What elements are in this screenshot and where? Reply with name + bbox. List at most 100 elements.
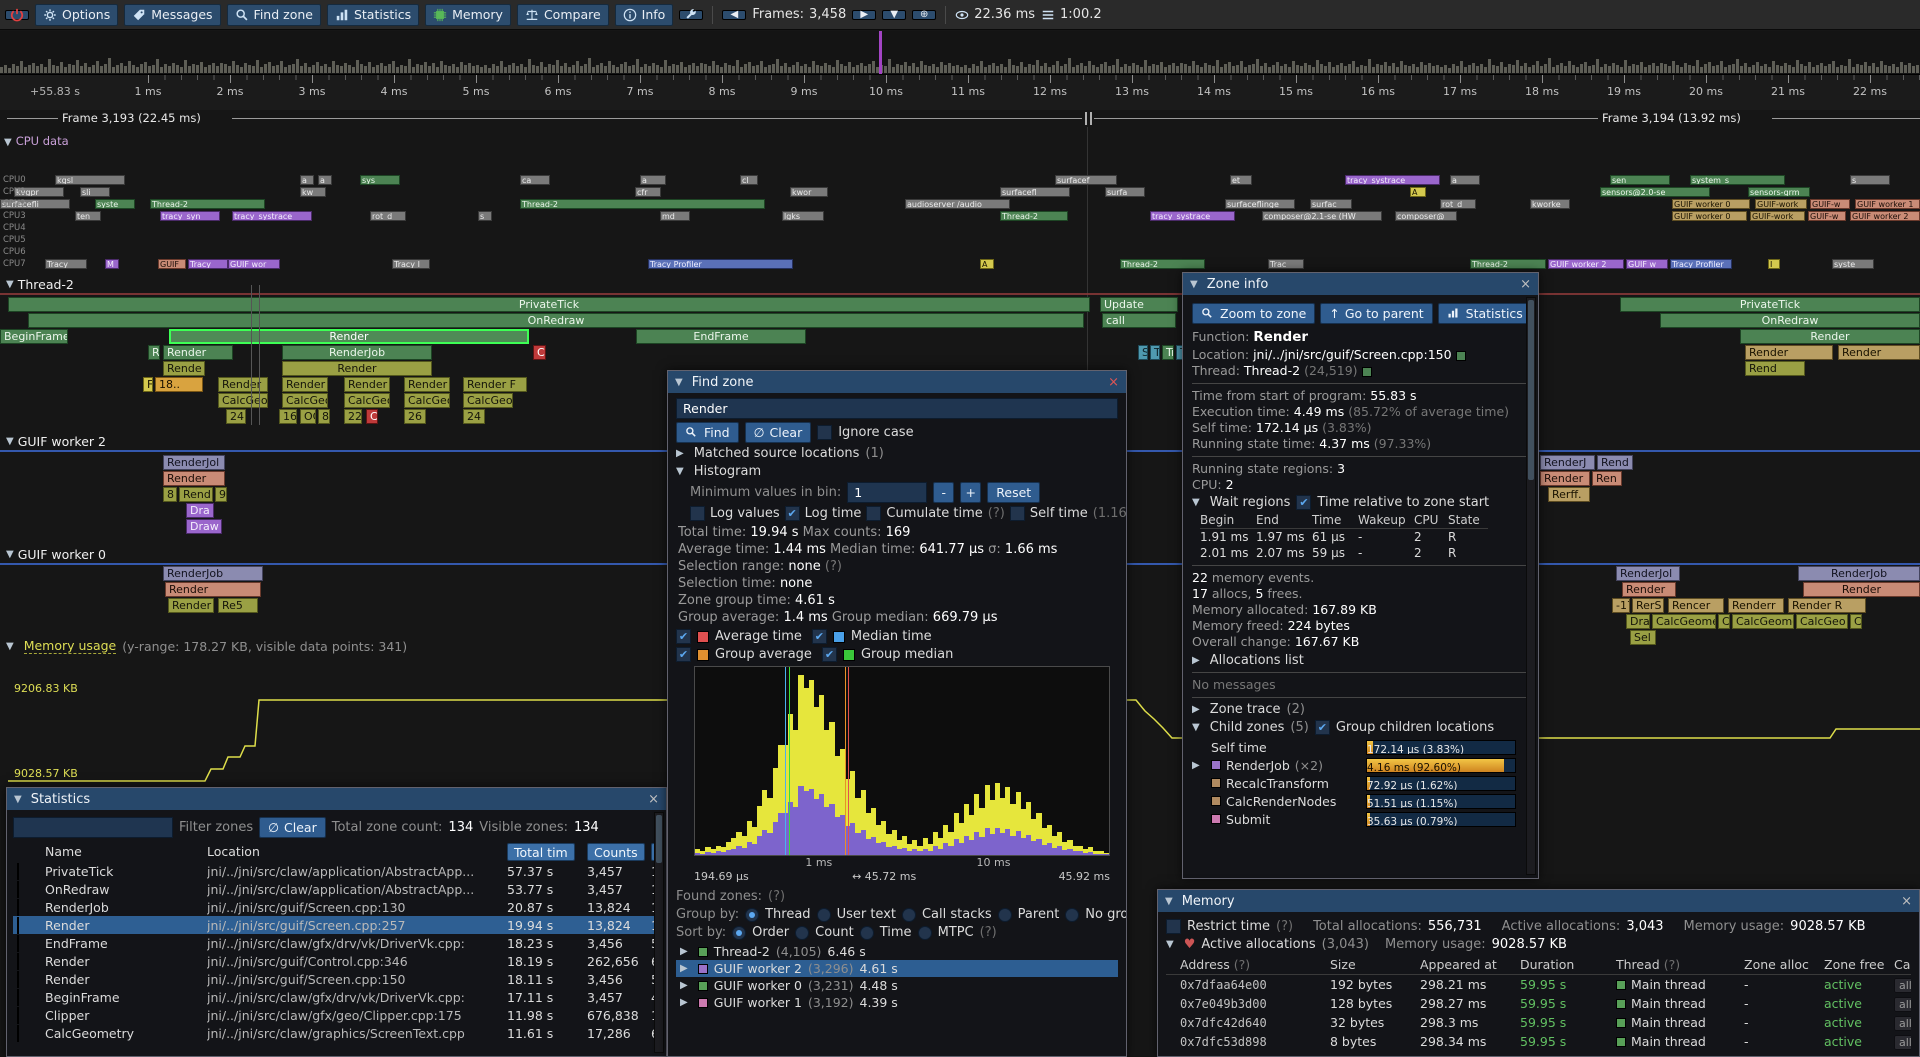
scrollbar-thumb[interactable] (656, 815, 662, 863)
min-bin-input[interactable] (847, 482, 927, 503)
timeline-zone[interactable]: Re5 (218, 598, 258, 613)
power-button[interactable] (5, 10, 29, 20)
col-total-time[interactable]: Total tim (507, 843, 575, 861)
wait-col-header[interactable]: Begin (1200, 512, 1256, 529)
timeline-zone[interactable]: Rend (1597, 455, 1633, 470)
self-time-checkbox[interactable] (1010, 506, 1025, 521)
timeline-zone[interactable]: CalcGeo (282, 393, 328, 408)
statistics-table-row[interactable]: EndFramejni/../jni/src/claw/gfx/drv/vk/D… (13, 934, 660, 952)
tools-button[interactable] (679, 10, 703, 20)
cpu-zone[interactable]: a (318, 175, 332, 185)
timeline-zone[interactable]: PrivateTick (8, 297, 1090, 312)
timeline-zone[interactable]: Render (404, 377, 450, 392)
col-address[interactable]: Address (1180, 957, 1230, 972)
cpu-zone[interactable]: tracy_systrace (1345, 175, 1440, 185)
timeline-zone[interactable]: Render F (463, 377, 527, 392)
cpu-zone[interactable]: composer@ (1395, 211, 1457, 221)
timeline-zone[interactable]: Render (1540, 471, 1590, 486)
statistics-table-row[interactable]: OnRedrawjni/../jni/src/claw/application/… (13, 880, 660, 898)
cpu-zone[interactable]: lgks (782, 211, 824, 221)
timeline-zone[interactable]: C (1718, 614, 1730, 629)
timeline-zone[interactable]: C (366, 409, 378, 424)
timeline-zone[interactable]: Dra (1626, 614, 1650, 629)
timeline-zone[interactable]: Render (1745, 345, 1833, 360)
memory-table-row[interactable]: 0x7dfc42d64032 bytes298.3 ms59.95 sMain … (1166, 1013, 1911, 1032)
child-zone-row[interactable]: ▶RenderJob(×2)4.16 ms (92.60%) (1192, 756, 1530, 774)
thread-section-header[interactable]: ▼GUIF worker 2 (6, 433, 106, 449)
frame-set-button[interactable]: ▼ (882, 10, 906, 20)
cpu-zone[interactable]: surfac (1310, 199, 1352, 209)
min-bin-increase-button[interactable]: + (960, 482, 981, 503)
ignore-case-checkbox[interactable] (817, 425, 832, 440)
allocations-list-header[interactable]: ▶Allocations list (1192, 653, 1530, 668)
clear-button[interactable]: ∅Clear (745, 422, 812, 443)
find-zone-button[interactable]: Find zone (227, 4, 321, 26)
cpu-zone[interactable]: surfacefl (1000, 187, 1070, 197)
timeline-zone[interactable]: RerS (1632, 598, 1664, 613)
wait-col-header[interactable]: State (1448, 512, 1488, 529)
cpu-zone[interactable]: Trac (1268, 259, 1304, 269)
child-zone-row[interactable]: CalcRenderNodes51.51 µs (1.15%) (1192, 792, 1530, 810)
cpu-zone[interactable]: Tracy Profiler (1670, 259, 1732, 269)
timeline-zone[interactable]: 24 (463, 409, 485, 424)
cpu-zone[interactable]: GUIF wor (228, 259, 280, 269)
statistics-titlebar[interactable]: ▼ Statistics × (7, 788, 666, 810)
next-frame-button[interactable]: ▶ (852, 10, 876, 20)
timeline-zone[interactable]: C (1850, 614, 1862, 629)
timeline-zone[interactable]: Render (1803, 582, 1920, 597)
col-thread[interactable]: Thread (1616, 957, 1660, 972)
min-bin-decrease-button[interactable]: - (933, 482, 954, 503)
cpu-zone[interactable]: GUIF worker 0 (1672, 211, 1747, 221)
timeline-zone[interactable]: OnRedraw (1660, 313, 1920, 328)
close-icon[interactable]: × (1901, 894, 1912, 909)
cpu-zone[interactable]: GUIF worker 0 (1672, 199, 1750, 209)
cpu-zone[interactable]: GUIF w (1626, 259, 1668, 269)
cpu-zone[interactable]: ca (520, 175, 550, 185)
cpu-zone[interactable]: sensors-grm (1748, 187, 1810, 197)
clear-filter-button[interactable]: ∅Clear (259, 817, 326, 838)
timeline-zone[interactable]: CalcGeo (1796, 614, 1848, 629)
zoom-to-zone-button[interactable]: Zoom to zone (1192, 303, 1315, 324)
options-button[interactable]: Options (35, 4, 118, 26)
timeline-zone[interactable]: RenderJol (1616, 566, 1680, 581)
child-zone-row[interactable]: Self time172.14 µs (3.83%) (1192, 738, 1530, 756)
filter-zones-input[interactable] (13, 817, 173, 838)
timeline-zone[interactable]: Update (1100, 297, 1178, 312)
timeline-zone[interactable]: CalcGeo (344, 393, 390, 408)
wait-col-header[interactable]: CPU (1414, 512, 1448, 529)
cpu-zone[interactable]: ten (75, 211, 101, 221)
timeline-zone[interactable]: CalcGeo (218, 393, 268, 408)
cpu-zone[interactable]: Thread-2 (150, 199, 265, 209)
col-name[interactable]: Name (45, 844, 203, 859)
found-zone-group[interactable]: ▶Thread-2(4,105)6.46 s (676, 943, 1118, 960)
timeline-zone[interactable]: Render (169, 329, 529, 344)
timeline-zone[interactable]: Rend (1745, 361, 1805, 376)
found-zone-group[interactable]: ▶GUIF worker 2(3,296)4.61 s (676, 960, 1118, 977)
cpu-zone[interactable]: Tracy (45, 259, 87, 269)
timeline-zone[interactable]: -17 (1612, 598, 1630, 613)
legend-checkbox[interactable]: ✔ (676, 629, 691, 644)
cpu-zone[interactable]: Thread-2 (520, 199, 765, 209)
cpu-zone[interactable]: GUIF worker 2 (1850, 211, 1920, 221)
cpu-zone[interactable]: a (1450, 175, 1480, 185)
statistics-table-row[interactable]: Renderjni/../jni/src/guif/Screen.cpp:150… (13, 970, 660, 988)
timeline-zone[interactable]: Ren (1592, 471, 1622, 486)
cpu-zone[interactable]: sen (1610, 175, 1670, 185)
close-icon[interactable]: × (1520, 277, 1531, 292)
scrollbar-thumb[interactable] (1528, 300, 1534, 480)
timeline-zone[interactable]: RenderJob (163, 566, 263, 581)
cpu-zone[interactable]: a (640, 175, 666, 185)
timeline-zone[interactable]: 22 (344, 409, 362, 424)
wait-col-header[interactable]: Wakeup (1358, 512, 1414, 529)
active-allocations-header[interactable]: ▼ ♥ Active allocations (3,043) Memory us… (1166, 937, 1911, 952)
matched-locations-header[interactable]: ▶Matched source locations(1) (676, 446, 1118, 461)
cpu-zone[interactable]: kwor (790, 187, 828, 197)
cpu-zone[interactable]: tracy_syn (160, 211, 220, 221)
close-icon[interactable]: × (648, 792, 659, 807)
group-children-checkbox[interactable]: ✔ (1315, 720, 1330, 735)
statistics-table-row[interactable]: Renderjni/../jni/src/guif/Screen.cpp:257… (13, 916, 660, 934)
alloc-callstack-button[interactable]: alloc (1894, 997, 1911, 1012)
child-zones-header[interactable]: ▼Child zones(5) ✔Group children location… (1192, 720, 1530, 735)
timeline-zone[interactable]: OnRedraw (28, 313, 1084, 328)
messages-button[interactable]: Messages (124, 4, 220, 26)
